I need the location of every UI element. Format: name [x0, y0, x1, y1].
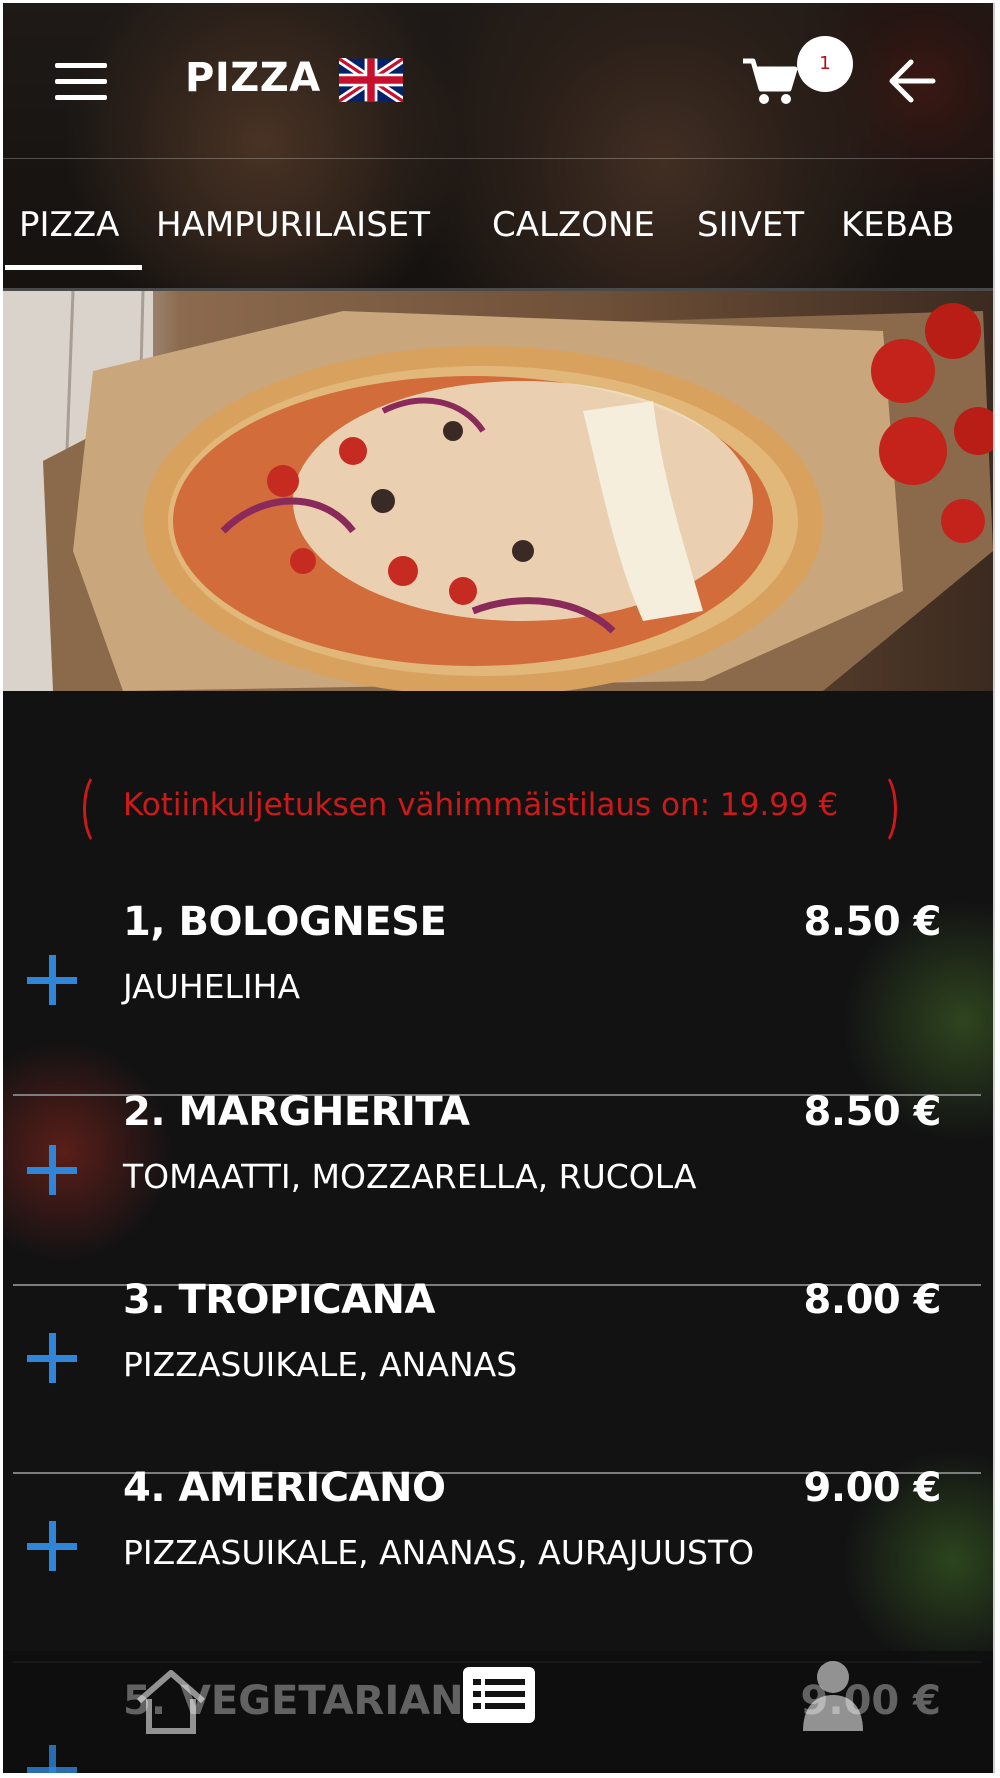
notice-bracket-right: [863, 771, 897, 847]
item-price: 9.00 €: [803, 1465, 942, 1511]
menu-item: 2. MARGHERITA 8.50 € TOMAATTI, MOZZARELL…: [3, 1061, 993, 1249]
menu-list: Kotiinkuljetuksen vähimmäistilaus on: 19…: [3, 691, 993, 1773]
item-description: PIZZASUIKALE, ANANAS: [123, 1345, 518, 1384]
app-screen: PIZZA 1 PIZZA HAMPURILAISET CALZONE SIIV…: [3, 3, 995, 1773]
minimum-order-notice: Kotiinkuljetuksen vähimmäistilaus on: 19…: [83, 771, 913, 847]
add-item-button[interactable]: [23, 1741, 81, 1773]
bottom-navigation: 5. VEGETARIANA 9.00 €: [3, 1651, 993, 1773]
tab-calzone[interactable]: CALZONE: [492, 205, 655, 245]
item-price: 8.00 €: [803, 1277, 942, 1323]
item-name: 1, BOLOGNESE: [123, 899, 447, 945]
tab-siivet[interactable]: SIIVET: [697, 205, 804, 245]
menu-item: 4. AMERICANO 9.00 € PIZZASUIKALE, ANANAS…: [3, 1439, 993, 1627]
item-price: 8.50 €: [803, 899, 942, 945]
add-item-button[interactable]: [23, 1329, 81, 1387]
uk-flag-icon[interactable]: [339, 58, 403, 102]
menu-item: 3. TROPICANA 8.00 € PIZZASUIKALE, ANANAS: [3, 1251, 993, 1439]
minimum-order-text: Kotiinkuljetuksen vähimmäistilaus on: 19…: [123, 787, 839, 823]
item-description: JAUHELIHA: [123, 967, 301, 1006]
cart-count-badge: 1: [797, 36, 853, 92]
pizza-illustration: [3, 291, 993, 691]
active-tab-indicator: [5, 265, 142, 270]
add-item-button[interactable]: [23, 951, 81, 1009]
hero-pizza-image: [3, 291, 993, 691]
tab-hampurilaiset[interactable]: HAMPURILAISET: [156, 205, 430, 245]
user-icon[interactable]: [793, 1655, 873, 1735]
header: PIZZA 1 PIZZA HAMPURILAISET CALZONE SIIV…: [3, 3, 993, 291]
back-arrow-icon[interactable]: [887, 58, 937, 104]
menu-list-icon[interactable]: [459, 1661, 539, 1733]
tab-pizza[interactable]: PIZZA: [19, 205, 119, 245]
item-description: PIZZASUIKALE, ANANAS, AURAJUUSTO: [123, 1533, 755, 1572]
tab-kebab[interactable]: KEBAB: [841, 205, 955, 245]
menu-item: 1, BOLOGNESE 8.50 € JAUHELIHA: [3, 871, 993, 1059]
category-tabs: PIZZA HAMPURILAISET CALZONE SIIVET KEBAB: [3, 193, 993, 273]
notice-bracket-left: [83, 771, 117, 847]
item-description: TOMAATTI, MOZZARELLA, RUCOLA: [123, 1157, 697, 1196]
home-icon[interactable]: [131, 1661, 211, 1741]
cart-icon[interactable]: [741, 55, 799, 107]
page-title: PIZZA: [185, 55, 321, 101]
item-price: 8.50 €: [803, 1089, 942, 1135]
add-item-button[interactable]: [23, 1141, 81, 1199]
item-name: 3. TROPICANA: [123, 1277, 436, 1323]
hamburger-menu-icon[interactable]: [55, 63, 107, 103]
top-bar: PIZZA 1: [3, 3, 993, 159]
item-name: 4. AMERICANO: [123, 1465, 446, 1511]
add-item-button[interactable]: [23, 1517, 81, 1575]
item-name: 2. MARGHERITA: [123, 1089, 470, 1135]
